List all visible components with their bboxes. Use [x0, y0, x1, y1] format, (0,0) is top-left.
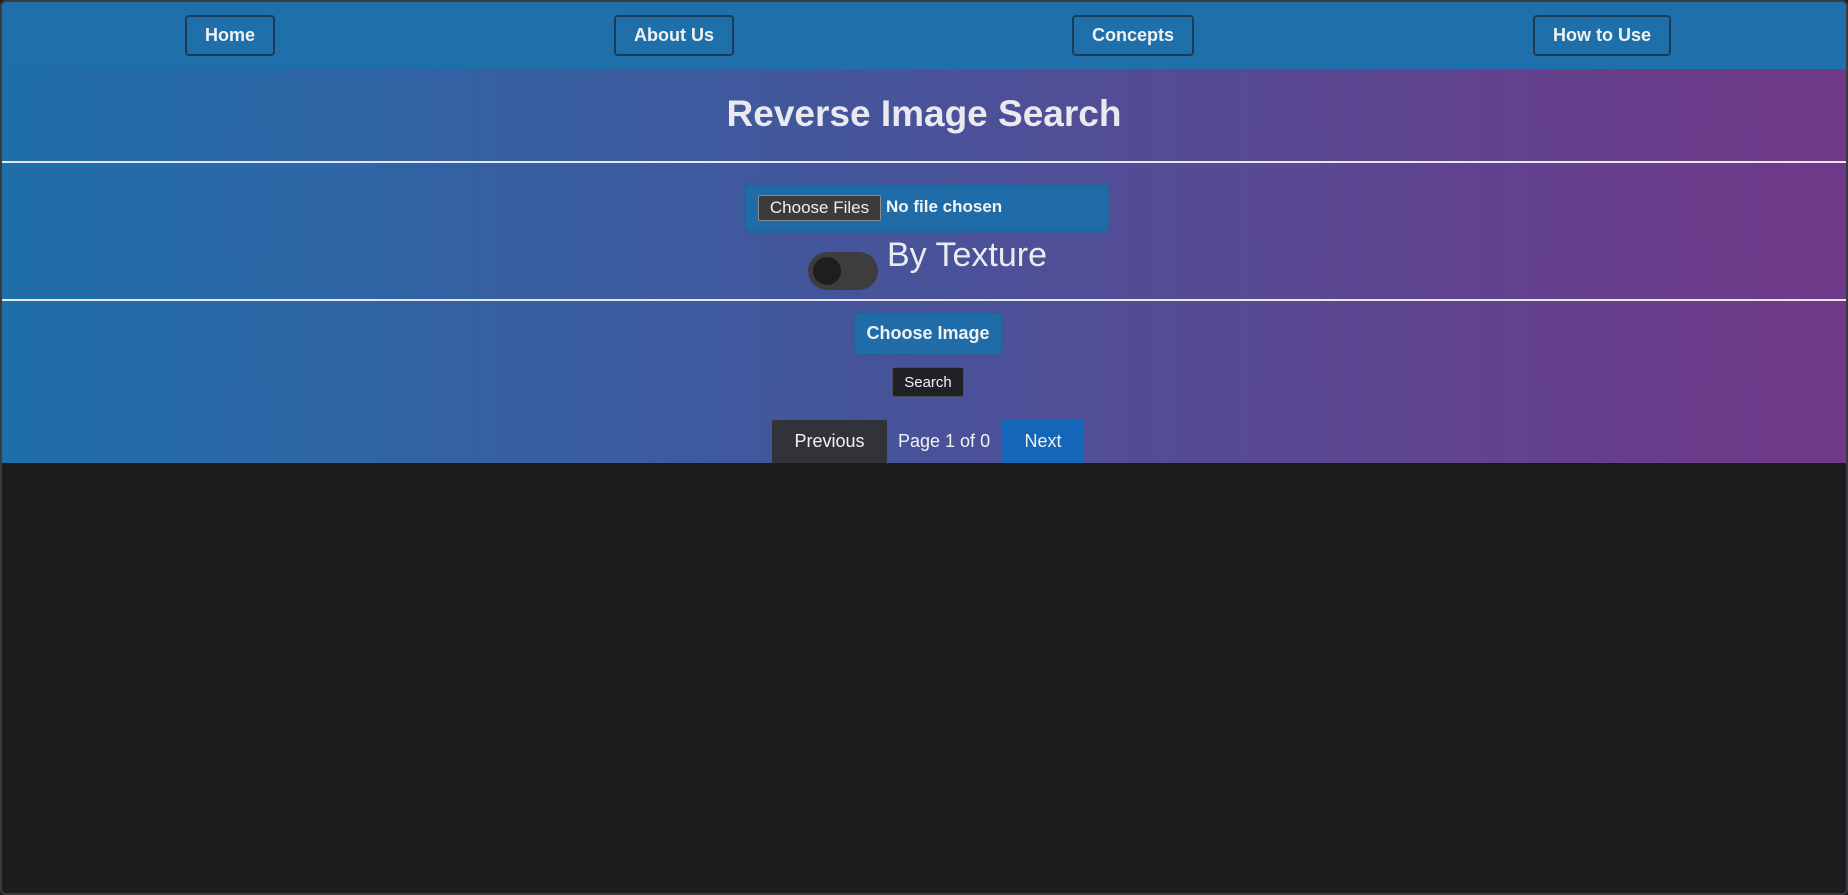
nav-how-to-use-button[interactable]: How to Use — [1533, 15, 1671, 56]
page-indicator: Page 1 of 0 — [898, 431, 991, 451]
app-window: Home About Us Concepts How to Use Revers… — [0, 0, 1848, 895]
texture-toggle-switch[interactable] — [808, 252, 878, 290]
nav-about-us-button[interactable]: About Us — [614, 15, 734, 56]
nav-concepts-button[interactable]: Concepts — [1072, 15, 1194, 56]
toggle-knob-icon — [813, 257, 841, 285]
choose-image-button[interactable]: Choose Image — [853, 311, 1003, 356]
file-status-text: No file chosen — [886, 197, 1003, 216]
top-divider — [2, 161, 1846, 163]
texture-toggle-label: By Texture — [887, 236, 1048, 274]
top-navbar: Home About Us Concepts How to Use — [2, 2, 1846, 69]
results-area — [2, 463, 1846, 893]
page-title: Reverse Image Search — [726, 93, 1122, 134]
choose-files-button[interactable]: Choose Files — [758, 195, 881, 221]
nav-home-button[interactable]: Home — [185, 15, 275, 56]
previous-page-button[interactable]: Previous — [772, 420, 887, 463]
next-page-button[interactable]: Next — [1002, 420, 1084, 463]
search-panel: Reverse Image Search Choose Files No fil… — [2, 69, 1846, 463]
file-upload-box[interactable]: Choose Files No file chosen — [744, 183, 1110, 233]
search-button[interactable]: Search — [892, 367, 964, 397]
bottom-divider — [2, 299, 1846, 301]
